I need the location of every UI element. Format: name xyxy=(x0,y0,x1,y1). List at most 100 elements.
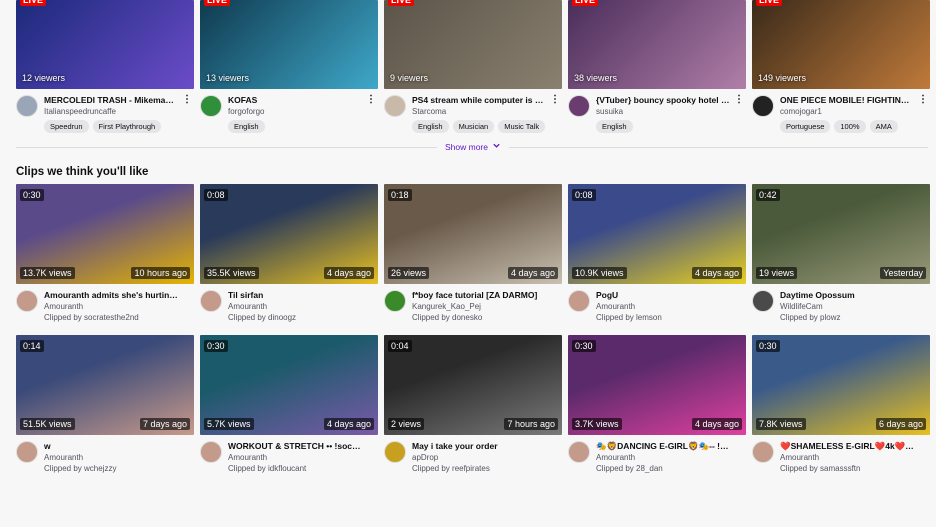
clip-title[interactable]: Til sirfan xyxy=(228,290,362,301)
stream-card[interactable]: LIVE 149 viewers ONE PIECE MOBILE! FIGHTIN… xyxy=(752,0,930,133)
tag[interactable]: English xyxy=(596,120,633,133)
clipped-by: Clipped by idkfloucant xyxy=(228,464,307,473)
clip-title[interactable]: w xyxy=(44,441,178,452)
channel-name[interactable]: susuika xyxy=(596,106,746,117)
show-more-button[interactable]: Show more xyxy=(437,141,509,152)
clip-card[interactable]: 0:30 5.7K views 4 days ago WORKOUT & STRETC… xyxy=(200,335,378,474)
channel-name[interactable]: Italianspeedruncaffe xyxy=(44,106,194,117)
clip-thumbnail[interactable]: 0:04 2 views 7 hours ago xyxy=(384,335,562,435)
avatar[interactable] xyxy=(200,441,222,463)
tag[interactable]: English xyxy=(228,120,265,133)
clip-card[interactable]: 0:18 26 views 4 days ago f*boy face tutoria… xyxy=(384,184,562,323)
stream-thumbnail[interactable]: LIVE 12 viewers xyxy=(16,0,194,89)
channel-name[interactable]: Amouranth xyxy=(44,452,194,463)
more-options-icon[interactable]: ⋮ xyxy=(734,95,744,105)
channel-name[interactable]: Amouranth xyxy=(228,301,378,312)
more-options-icon[interactable]: ⋮ xyxy=(550,95,560,105)
clip-title[interactable]: PogU xyxy=(596,290,730,301)
clip-title[interactable]: Daytime Opossum xyxy=(780,290,914,301)
clip-thumbnail[interactable]: 0:18 26 views 4 days ago xyxy=(384,184,562,284)
tag[interactable]: 100% xyxy=(834,120,866,133)
stream-title[interactable]: ONE PIECE MOBILE! FIGHTING PA... xyxy=(780,95,914,106)
avatar[interactable] xyxy=(568,441,590,463)
avatar[interactable] xyxy=(200,290,222,312)
channel-name[interactable]: Amouranth xyxy=(780,452,930,463)
tag[interactable]: First Playthrough xyxy=(92,120,162,133)
stream-title[interactable]: MERCOLEDI TRASH - Mikemax e ... xyxy=(44,95,178,106)
clip-title[interactable]: May i take your order xyxy=(412,441,546,452)
channel-name[interactable]: WildlifeCam xyxy=(780,301,930,312)
stream-card[interactable]: LIVE 38 viewers {VTuber} bouncy spooky hot… xyxy=(568,0,746,133)
avatar[interactable] xyxy=(752,441,774,463)
tag-list: English xyxy=(596,120,746,133)
avatar[interactable] xyxy=(384,441,406,463)
stream-thumbnail[interactable]: LIVE 38 viewers xyxy=(568,0,746,89)
clip-views: 26 views xyxy=(388,267,430,279)
clip-card[interactable]: 0:08 10.9K views 4 days ago PogU Amouranth Cl… xyxy=(568,184,746,323)
avatar[interactable] xyxy=(384,290,406,312)
tag[interactable]: Portuguese xyxy=(780,120,831,133)
clip-thumbnail[interactable]: 0:30 3.7K views 4 days ago xyxy=(568,335,746,435)
channel-name[interactable]: comojogar1 xyxy=(780,106,930,117)
avatar[interactable] xyxy=(384,95,406,117)
stream-title[interactable]: PS4 stream while computer is bei... xyxy=(412,95,546,106)
channel-name[interactable]: Kangurek_Kao_Pej xyxy=(412,301,562,312)
clip-card[interactable]: 0:14 51.5K views 7 days ago w Amouranth Clipp… xyxy=(16,335,194,474)
channel-name[interactable]: Amouranth xyxy=(44,301,194,312)
clip-thumbnail[interactable]: 0:30 13.7K views 10 hours ago xyxy=(16,184,194,284)
stream-title[interactable]: {VTuber} bouncy spooky hotel ad... xyxy=(596,95,730,106)
clip-meta: May i take your order apDrop Clipped by re… xyxy=(384,441,562,474)
clip-thumbnail[interactable]: 0:08 35.5K views 4 days ago xyxy=(200,184,378,284)
clip-duration: 0:30 xyxy=(20,189,44,201)
channel-name[interactable]: Amouranth xyxy=(596,452,746,463)
channel-name[interactable]: Starcoma xyxy=(412,106,562,117)
clip-info: Til sirfan Amouranth Clipped by dinoogz xyxy=(228,290,378,323)
clip-thumbnail[interactable]: 0:08 10.9K views 4 days ago xyxy=(568,184,746,284)
clip-card[interactable]: 0:42 19 views Yesterday Daytime Opossum Wild… xyxy=(752,184,930,323)
more-options-icon[interactable]: ⋮ xyxy=(918,95,928,105)
tag[interactable]: English xyxy=(412,120,449,133)
clip-thumbnail[interactable]: 0:30 7.8K views 6 days ago xyxy=(752,335,930,435)
tag[interactable]: Speedrun xyxy=(44,120,89,133)
clips-section-heading: Clips we think you'll like xyxy=(16,166,149,178)
clip-card[interactable]: 0:08 35.5K views 4 days ago Til sirfan Amour… xyxy=(200,184,378,323)
clip-card[interactable]: 0:30 3.7K views 4 days ago 🎭🦁DANCING E-GIRL… xyxy=(568,335,746,474)
clip-title[interactable]: f*boy face tutorial [ZA DARMO] xyxy=(412,290,546,301)
avatar[interactable] xyxy=(568,290,590,312)
avatar[interactable] xyxy=(752,95,774,117)
stream-thumbnail[interactable]: LIVE 149 viewers xyxy=(752,0,930,89)
clip-title[interactable]: 🎭🦁DANCING E-GIRL🦁🎭-- !insta... xyxy=(596,441,730,452)
clip-thumbnail[interactable]: 0:42 19 views Yesterday xyxy=(752,184,930,284)
stream-card[interactable]: LIVE 13 viewers KOFAS forgoforgo English ⋮ xyxy=(200,0,378,133)
clip-card[interactable]: 0:30 7.8K views 6 days ago ❤️SHAMELESS E-GI… xyxy=(752,335,930,474)
avatar[interactable] xyxy=(16,441,38,463)
clip-card[interactable]: 0:04 2 views 7 hours ago May i take your or… xyxy=(384,335,562,474)
clip-title[interactable]: Amouranth admits she's hurting ad re... xyxy=(44,290,178,301)
avatar[interactable] xyxy=(200,95,222,117)
clip-thumbnail[interactable]: 0:14 51.5K views 7 days ago xyxy=(16,335,194,435)
stream-thumbnail[interactable]: LIVE 13 viewers xyxy=(200,0,378,89)
clipped-by: Clipped by dinoogz xyxy=(228,313,297,322)
stream-title[interactable]: KOFAS xyxy=(228,95,362,106)
clip-title[interactable]: WORKOUT & STRETCH •• !social •• !i... xyxy=(228,441,362,452)
avatar[interactable] xyxy=(16,95,38,117)
channel-name[interactable]: apDrop xyxy=(412,452,562,463)
more-options-icon[interactable]: ⋮ xyxy=(366,95,376,105)
clip-title[interactable]: ❤️SHAMELESS E-GIRL❤️4k❤️IG: am... xyxy=(780,441,914,452)
channel-name[interactable]: Amouranth xyxy=(596,301,746,312)
channel-name[interactable]: Amouranth xyxy=(228,452,378,463)
stream-card[interactable]: LIVE 12 viewers MERCOLEDI TRASH - Mikemax … xyxy=(16,0,194,133)
avatar[interactable] xyxy=(16,290,38,312)
tag[interactable]: Musician xyxy=(452,120,495,133)
clip-thumbnail[interactable]: 0:30 5.7K views 4 days ago xyxy=(200,335,378,435)
tag[interactable]: Music Talk xyxy=(498,120,546,133)
avatar[interactable] xyxy=(752,290,774,312)
clips-row-2: 0:14 51.5K views 7 days ago w Amouranth Clipp… xyxy=(16,335,930,474)
clip-card[interactable]: 0:30 13.7K views 10 hours ago Amouranth adm… xyxy=(16,184,194,323)
tag[interactable]: AMA xyxy=(869,120,898,133)
stream-card[interactable]: LIVE 9 viewers PS4 stream while computer i… xyxy=(384,0,562,133)
channel-name[interactable]: forgoforgo xyxy=(228,106,378,117)
avatar[interactable] xyxy=(568,95,590,117)
stream-thumbnail[interactable]: LIVE 9 viewers xyxy=(384,0,562,89)
more-options-icon[interactable]: ⋮ xyxy=(182,95,192,105)
